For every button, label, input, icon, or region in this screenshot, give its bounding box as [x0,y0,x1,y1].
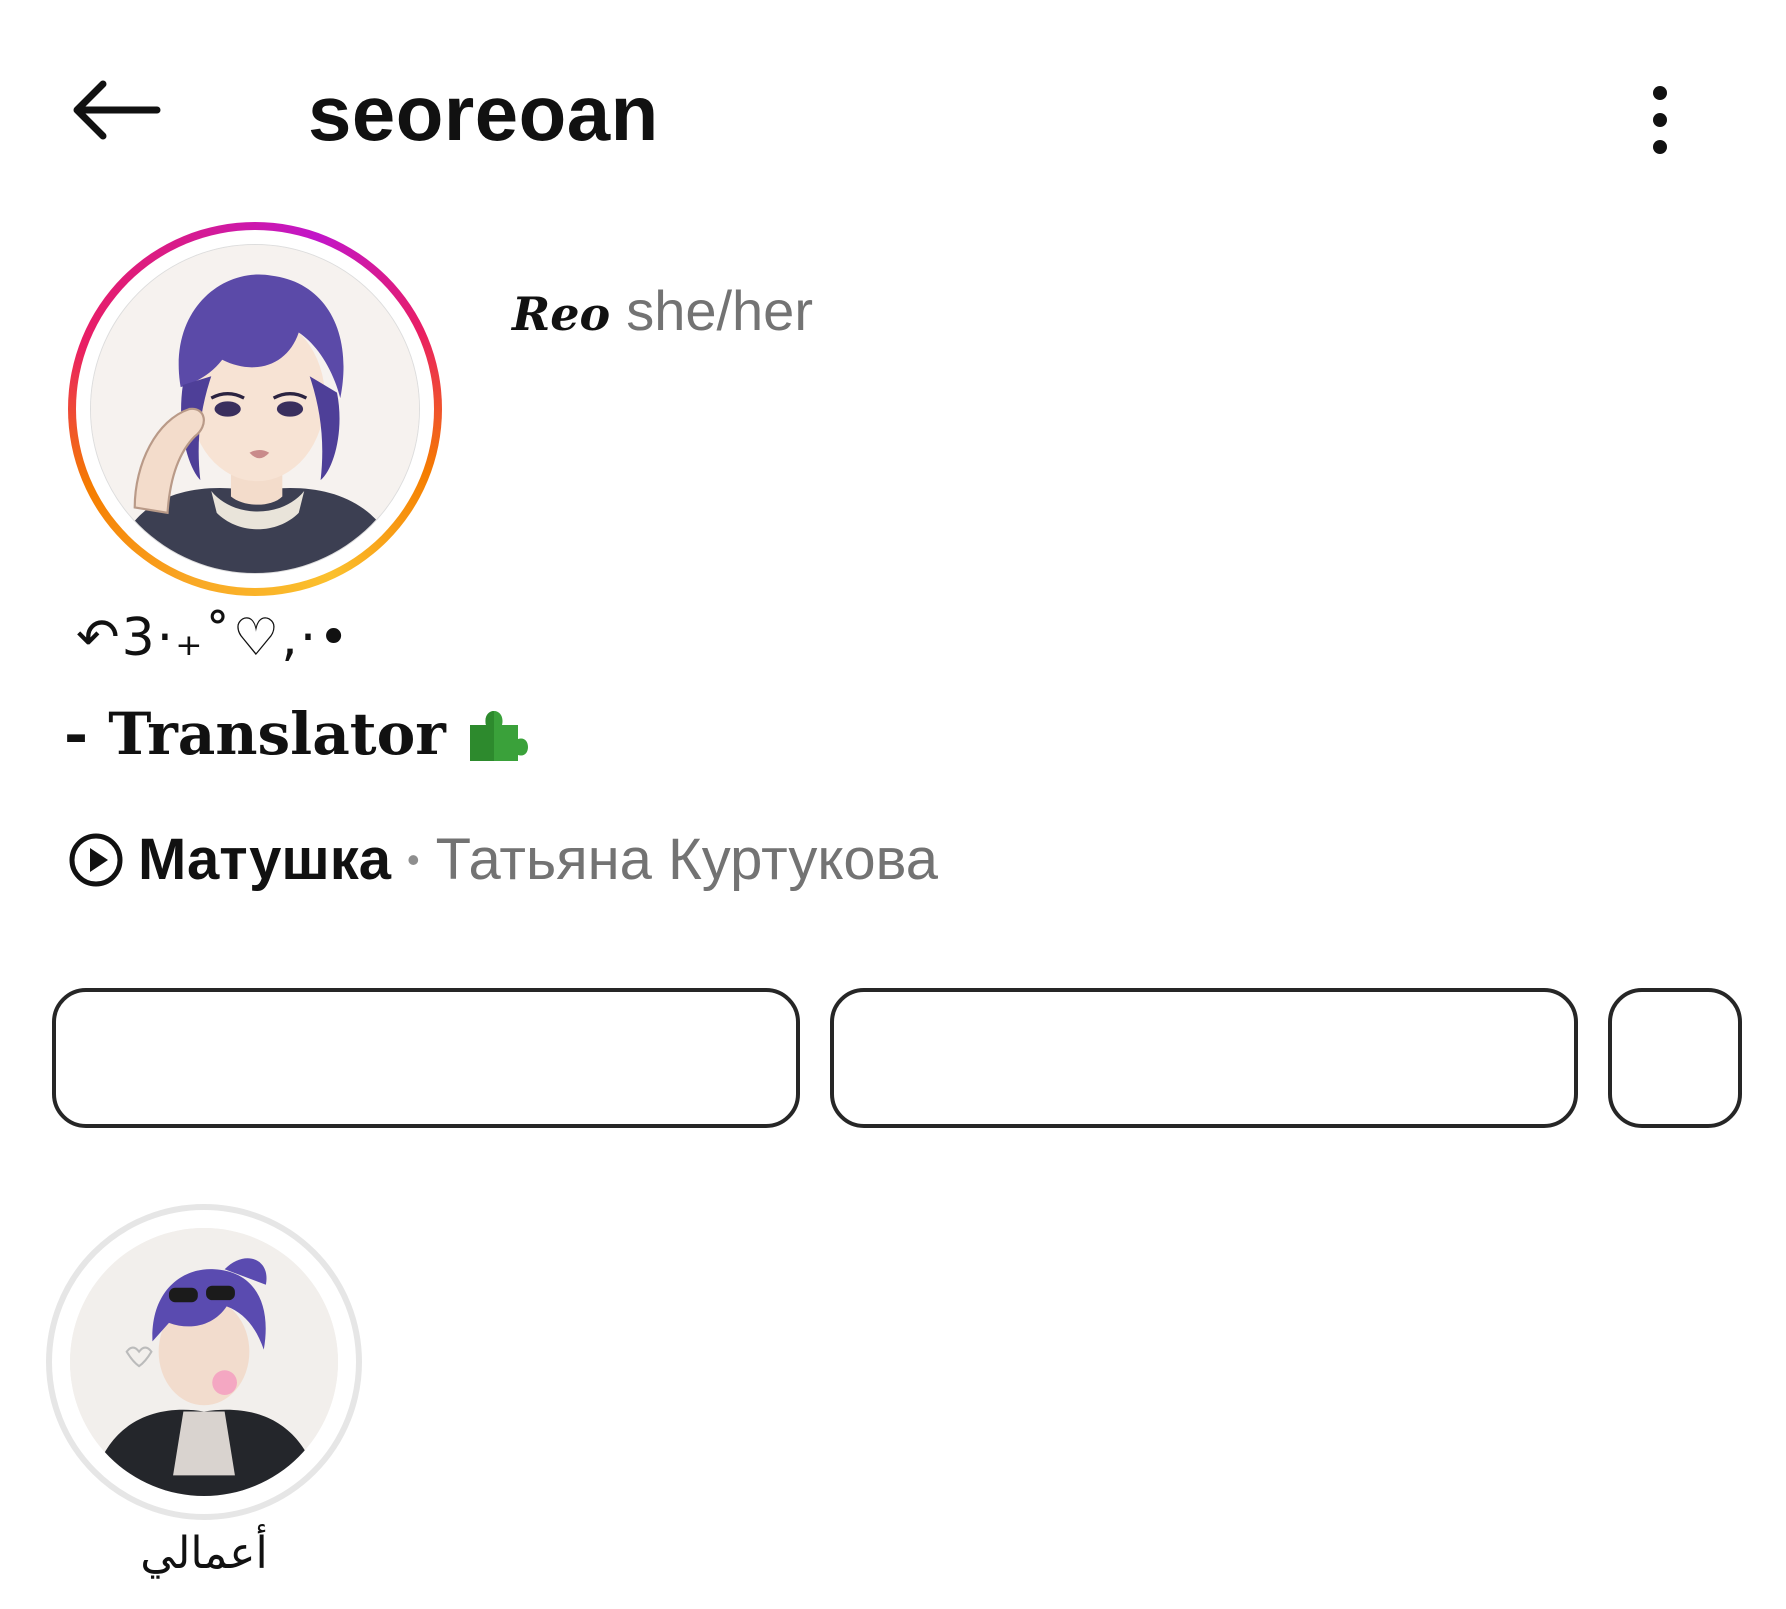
suggested-button[interactable] [1608,988,1742,1128]
profile-header: seoreoan [0,40,1786,180]
story-highlight[interactable] [46,1204,362,1520]
play-circle-icon [68,832,124,888]
profile-username: seoreoan [308,69,659,157]
message-button[interactable] [830,988,1578,1128]
puzzle-piece-icon [464,701,530,767]
song-title: Матушка [138,827,392,892]
highlight-label: أعمالي [140,1528,268,1579]
profile-pronouns: she/her [626,279,813,342]
bio-line: - Translator [64,700,530,768]
back-button[interactable] [60,70,170,150]
profile-page: seoreoan Reo she/her ↶3·₊˚♡,·• - Transla… [0,0,1786,1609]
avatar-image [90,244,420,574]
profile-music[interactable]: Матушка • Татьяна Куртукова [68,826,938,893]
more-vertical-icon [1653,86,1667,154]
highlight-cover-image [70,1228,338,1496]
bio-text: - Translator [64,700,446,768]
song-artist: Татьяна Куртукова [435,827,939,892]
more-options-button[interactable] [1620,70,1700,170]
profile-name-line: Reo she/her [512,278,813,343]
profile-avatar[interactable] [68,222,442,596]
profile-display-name: Reo [512,287,611,341]
follow-button[interactable] [52,988,800,1128]
music-separator: • [407,838,420,880]
anime-avatar-illustration [91,245,419,573]
arrow-left-icon [73,80,161,140]
bio-decoration: ↶3·₊˚♡,·• [76,608,351,668]
